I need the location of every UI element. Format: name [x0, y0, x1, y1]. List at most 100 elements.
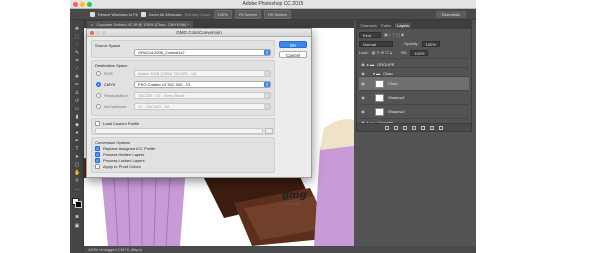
layer-name: GROUPE	[377, 61, 395, 67]
lock-icons[interactable]: ▦ ✎ ✥ ⊡ 🔒︎	[372, 50, 392, 55]
tab-paths[interactable]: Paths	[381, 23, 391, 28]
lasso-tool-icon[interactable]: ◌	[74, 42, 80, 48]
fit-screen-button[interactable]: Fit Screen	[234, 9, 261, 19]
more-tools-icon[interactable]: …	[74, 186, 80, 192]
workspace-switcher[interactable]: Essentials	[435, 11, 466, 18]
fill-input[interactable]: 100%	[410, 49, 429, 56]
ok-button[interactable]: OK	[279, 41, 307, 48]
type-tool-icon[interactable]: T	[74, 146, 80, 152]
visibility-eye-icon[interactable]: ◉	[359, 62, 367, 67]
blur-tool-icon[interactable]: ◆	[74, 122, 80, 128]
custom-profile-path-field[interactable]	[95, 128, 263, 134]
visibility-eye-icon[interactable]: ◉	[359, 71, 367, 76]
rgb-profile-value: Adobe RGB (1998) TAC320 - V8	[138, 71, 196, 76]
chevron-down-icon: ⇕	[264, 93, 270, 98]
process-hidden-checkbox[interactable]: ✓	[95, 152, 100, 157]
path-select-tool-icon[interactable]: ➤	[74, 154, 80, 160]
quick-mask-icon[interactable]: ◙	[74, 214, 80, 220]
layer-filter-row: Kind ▣ ◐ T ▢ ◉	[359, 31, 469, 38]
layer-name: Chao	[383, 70, 393, 76]
healing-tool-icon[interactable]: ✚	[74, 74, 80, 80]
source-space-select[interactable]: GRACoL2006_Coated1v2 ⇕	[134, 49, 271, 56]
eraser-tool-icon[interactable]: ▭	[74, 106, 80, 112]
apply-proof-checkbox[interactable]	[95, 164, 100, 169]
cancel-button[interactable]: Cancel	[279, 51, 307, 58]
layer-row[interactable]: ◉ Chao	[359, 76, 469, 90]
hand-tool-icon[interactable]: ✋	[74, 170, 80, 176]
document-tab[interactable]: × Cupcake Schoko 4C.tif @ 100% (Chao, CMY…	[87, 21, 193, 28]
opacity-input[interactable]: 100%	[421, 40, 440, 47]
inkoptimizer-label: InkOptimizer	[104, 104, 127, 109]
inkoptimizer-select[interactable]: V1 - TAC300 - V2 ⇕	[134, 103, 271, 110]
background-color-swatch[interactable]	[75, 201, 82, 208]
fill-screen-button[interactable]: Fill Screen	[263, 9, 291, 19]
process-locked-checkbox[interactable]: ✓	[95, 158, 100, 163]
visibility-eye-icon[interactable]: ◉	[359, 109, 367, 114]
mac-title-bar: Adobe Photoshop CC 2015	[70, 0, 476, 9]
tab-layers[interactable]: Layers	[395, 22, 412, 28]
layer-row[interactable]: ◉ Shadow2	[359, 104, 469, 118]
replace-icc-checkbox[interactable]: ✓	[95, 146, 100, 151]
dialog-close-button[interactable]	[90, 31, 94, 35]
crop-tool-icon[interactable]: ⌗	[74, 58, 80, 64]
new-group-icon[interactable]	[421, 125, 425, 130]
gradient-tool-icon[interactable]: ▮	[74, 114, 80, 120]
fill-label: Fill:	[400, 50, 408, 55]
adjustment-layer-icon[interactable]	[412, 125, 416, 130]
move-tool-icon[interactable]: ✥	[74, 26, 80, 32]
folder-icon: ▸ ▬	[367, 61, 375, 67]
dialog-title: GMG ColorConversion	[176, 30, 222, 35]
layer-filter-select[interactable]: Kind	[359, 31, 381, 38]
scrubby-zoom-label[interactable]: Scrubby Zoom	[184, 12, 210, 17]
browse-profile-button[interactable]: …	[265, 128, 273, 134]
panel-tabs: Channels Paths Layers	[357, 21, 471, 29]
zoom-tool-icon[interactable]: ⚲	[74, 178, 80, 184]
inkoptimizer-radio[interactable]	[96, 104, 101, 109]
link-layers-icon[interactable]	[385, 125, 389, 130]
blend-mode-select[interactable]: Normal	[359, 40, 393, 47]
dialog-zoom-button[interactable]	[102, 31, 106, 35]
visibility-eye-icon[interactable]: ◉	[359, 81, 367, 86]
quick-select-tool-icon[interactable]: ✎	[74, 50, 80, 56]
apply-proof-label: Apply to Proof Colors	[103, 164, 141, 169]
zoom-level-button[interactable]: 100%	[213, 9, 232, 19]
cmyk-profile-select[interactable]: PSO Coated v3 TAC 300 - V1 ⇕	[134, 81, 271, 88]
pen-tool-icon[interactable]: ✒	[74, 138, 80, 144]
layer-thumbnail	[375, 107, 384, 116]
history-brush-tool-icon[interactable]: ↺	[74, 98, 80, 104]
stamp-tool-icon[interactable]: ♙	[74, 90, 80, 96]
eyedropper-tool-icon[interactable]: ⁄	[74, 66, 80, 72]
dialog-minimize-button[interactable]	[96, 31, 100, 35]
trash-icon[interactable]	[439, 125, 443, 130]
reseparation-radio[interactable]	[96, 93, 101, 98]
layer-row[interactable]: ◉ Shadow1	[359, 90, 469, 104]
document-tab-bar: × Cupcake Schoko 4C.tif @ 100% (Chao, CMY…	[84, 20, 354, 28]
custom-profile-group: Load Custom Profile …	[91, 118, 275, 135]
marquee-tool-icon[interactable]: ⬚	[74, 34, 80, 40]
zoom-all-checkbox[interactable]	[140, 11, 146, 17]
resize-windows-checkbox[interactable]	[90, 11, 95, 17]
layer-style-icon[interactable]	[394, 125, 398, 130]
rgb-profile-select[interactable]: Adobe RGB (1998) TAC320 - V8 ⇕	[134, 70, 271, 77]
source-space-label: Source Space	[95, 43, 121, 48]
dodge-tool-icon[interactable]: ●	[74, 130, 80, 136]
lock-row: Lock: ▦ ✎ ✥ ⊡ 🔒︎ Fill: 100%	[359, 49, 469, 56]
visibility-eye-icon[interactable]: ◉	[359, 95, 367, 100]
opacity-label: Opacity:	[404, 41, 419, 46]
reseparation-select[interactable]: TAC320 - V1 - Keep Black ⇕	[134, 92, 271, 99]
gmg-logo-subtitle: GMG Color	[284, 202, 300, 206]
shape-tool-icon[interactable]: ▢	[74, 162, 80, 168]
replace-icc-label: Replace Assigned ICC Profile	[103, 146, 156, 151]
right-panel-dock: Channels Paths Layers Kind ▣ ◐ T ▢ ◉ Nor…	[354, 20, 476, 246]
layer-mask-icon[interactable]	[403, 125, 407, 130]
cmyk-radio[interactable]	[96, 82, 101, 87]
brush-tool-icon[interactable]: ✏	[74, 82, 80, 88]
filter-icons[interactable]: ▣ ◐ T ▢ ◉	[384, 32, 404, 37]
rgb-radio[interactable]	[96, 71, 101, 76]
screen-mode-icon[interactable]: ▣	[74, 223, 80, 229]
tab-channels[interactable]: Channels	[360, 23, 377, 28]
load-custom-profile-checkbox[interactable]	[95, 121, 100, 126]
new-layer-icon[interactable]	[430, 125, 434, 130]
close-tab-icon[interactable]: ×	[91, 22, 93, 27]
reseparation-label: Reseparation	[104, 93, 128, 98]
